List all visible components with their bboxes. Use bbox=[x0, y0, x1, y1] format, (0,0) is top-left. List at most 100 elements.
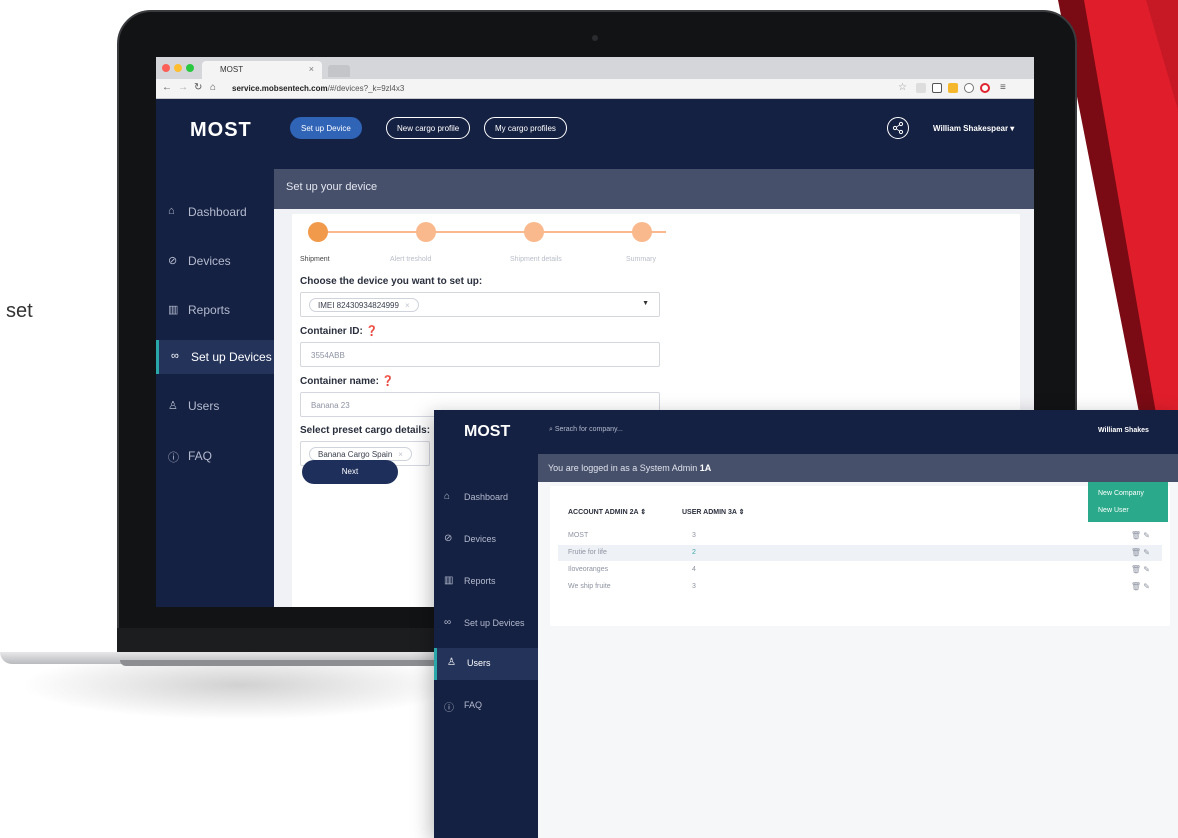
trash-icon[interactable]: 🗑 bbox=[1131, 565, 1141, 574]
sidebar-item-set-up-devices[interactable]: ∞ Set up Devices bbox=[156, 340, 274, 374]
new-user-menu-item[interactable]: New User bbox=[1098, 507, 1129, 514]
sidebar-item-reports[interactable]: ▥ Reports bbox=[434, 566, 538, 598]
sidebar-item-label: Users bbox=[467, 658, 491, 668]
edit-icon[interactable]: ✎ bbox=[1143, 531, 1150, 540]
device-chip-text: IMEI 82430934824999 bbox=[318, 301, 399, 310]
company-name: MOST bbox=[568, 532, 589, 539]
device-chip[interactable]: IMEI 82430934824999 × bbox=[309, 298, 419, 312]
step-label-shipment: Shipment bbox=[300, 256, 330, 263]
forward-icon[interactable]: → bbox=[178, 82, 188, 93]
cast-icon[interactable] bbox=[932, 83, 942, 93]
trash-icon[interactable]: 🗑 bbox=[1131, 548, 1141, 557]
admin-logo[interactable]: MOST bbox=[464, 423, 510, 441]
container-id-field[interactable]: 3554ABB bbox=[300, 342, 660, 367]
sidebar-item-dashboard[interactable]: ⌂ Dashboard bbox=[434, 482, 538, 514]
edit-icon[interactable]: ✎ bbox=[1143, 548, 1150, 557]
column-header-account-admin[interactable]: ACCOUNT ADMIN 2A ⇕ bbox=[568, 508, 646, 516]
row-actions: 🗑 ✎ bbox=[1131, 531, 1150, 540]
row-actions: 🗑 ✎ bbox=[1131, 548, 1150, 557]
edit-icon[interactable]: ✎ bbox=[1143, 565, 1150, 574]
step-alert-dot[interactable] bbox=[416, 222, 436, 242]
user-menu[interactable]: William Shakespear ▾ bbox=[933, 124, 1014, 133]
bar-chart-icon: ▥ bbox=[168, 304, 179, 316]
user-count: 2 bbox=[692, 549, 696, 556]
page-title: Set up your device bbox=[274, 169, 1034, 209]
step-shipment-dot[interactable] bbox=[308, 222, 328, 242]
sidebar-item-faq[interactable]: ⓘ FAQ bbox=[434, 690, 538, 722]
link-icon: ∞ bbox=[444, 617, 452, 628]
remove-chip-icon[interactable]: × bbox=[398, 450, 403, 459]
help-icon[interactable]: ❓ bbox=[382, 376, 394, 387]
back-icon[interactable]: ← bbox=[162, 82, 172, 93]
maximize-window-button[interactable] bbox=[186, 64, 194, 72]
bookmark-star-icon[interactable]: ☆ bbox=[898, 82, 907, 93]
set-up-device-button[interactable]: Set up Device bbox=[290, 117, 362, 139]
sidebar-item-label: Set up Devices bbox=[191, 350, 272, 364]
sidebar-item-faq[interactable]: ⓘ FAQ bbox=[156, 439, 274, 473]
sidebar: ⌂ Dashboard ⊘ Devices ▥ Reports ∞ Set up Dev… bbox=[156, 169, 274, 607]
company-search-input[interactable]: ⌕ Serach for company... bbox=[549, 426, 623, 434]
table-row[interactable]: We ship fruite 3 🗑 ✎ bbox=[558, 579, 1162, 595]
url-field[interactable]: service.mobsentech.com/#/devices?_k=9zl4… bbox=[232, 84, 404, 93]
stray-text: set bbox=[6, 300, 33, 322]
device-select[interactable]: IMEI 82430934824999 × ▼ bbox=[300, 292, 660, 317]
step-label-details: Shipment details bbox=[510, 256, 562, 263]
step-summary-dot[interactable] bbox=[632, 222, 652, 242]
menu-icon[interactable]: ≡ bbox=[1000, 82, 1006, 93]
preset-cargo-label: Select preset cargo details: bbox=[300, 425, 431, 436]
opera-icon[interactable] bbox=[980, 83, 990, 93]
extension-icon[interactable] bbox=[948, 83, 958, 93]
sidebar-item-dashboard[interactable]: ⌂ Dashboard bbox=[156, 195, 274, 229]
sidebar-item-set-up-devices[interactable]: ∞ Set up Devices bbox=[434, 608, 538, 640]
tab-close-icon[interactable]: × bbox=[309, 64, 314, 74]
table-row[interactable]: Frutie for life 2 🗑 ✎ bbox=[558, 545, 1162, 561]
logged-in-text: You are logged in as a System Admin bbox=[548, 463, 698, 473]
step-details-dot[interactable] bbox=[524, 222, 544, 242]
container-name-label: Container name: ❓ bbox=[300, 376, 394, 387]
table-row[interactable]: MOST 3 🗑 ✎ bbox=[558, 528, 1162, 544]
sidebar-item-devices[interactable]: ⊘ Devices bbox=[434, 524, 538, 556]
sidebar-item-devices[interactable]: ⊘ Devices bbox=[156, 244, 274, 278]
help-icon[interactable]: ❓ bbox=[366, 326, 378, 337]
container-name-label-text: Container name: bbox=[300, 376, 379, 387]
sidebar-item-label: Reports bbox=[464, 576, 496, 586]
new-company-menu-item[interactable]: New Company bbox=[1098, 490, 1144, 497]
admin-user-menu[interactable]: William Shakes bbox=[1098, 427, 1149, 434]
preset-chip[interactable]: Banana Cargo Spain × bbox=[309, 447, 412, 461]
close-window-button[interactable] bbox=[162, 64, 170, 72]
extension-icon[interactable] bbox=[916, 83, 926, 93]
company-name: Iloveoranges bbox=[568, 566, 609, 573]
admin-screen: MOST ⌕ Serach for company... William Sha… bbox=[434, 410, 1178, 838]
remove-chip-icon[interactable]: × bbox=[405, 301, 410, 310]
sidebar-item-reports[interactable]: ▥ Reports bbox=[156, 293, 274, 327]
sidebar-item-users[interactable]: ♙ Users bbox=[434, 648, 538, 680]
next-button[interactable]: Next bbox=[302, 460, 398, 484]
reload-icon[interactable]: ↻ bbox=[194, 82, 202, 93]
new-tab-button[interactable] bbox=[328, 65, 350, 77]
trash-icon[interactable]: 🗑 bbox=[1131, 582, 1141, 591]
home-icon[interactable]: ⌂ bbox=[210, 82, 216, 93]
my-cargo-profiles-button[interactable]: My cargo profiles bbox=[484, 117, 567, 139]
check-circle-icon: ⊘ bbox=[444, 533, 453, 544]
extension-icon[interactable] bbox=[964, 83, 974, 93]
app-logo[interactable]: MOST bbox=[190, 119, 252, 142]
url-path: /#/devices?_k=9zl4x3 bbox=[327, 84, 405, 93]
column-header-user-admin[interactable]: USER ADMIN 3A ⇕ bbox=[682, 508, 745, 516]
new-cargo-profile-button[interactable]: New cargo profile bbox=[386, 117, 471, 139]
user-count: 3 bbox=[692, 583, 696, 590]
share-icon[interactable] bbox=[887, 117, 909, 139]
step-label-alert: Alert treshold bbox=[390, 256, 432, 263]
row-actions: 🗑 ✎ bbox=[1131, 582, 1150, 591]
chevron-down-icon[interactable]: ▼ bbox=[642, 300, 649, 307]
edit-icon[interactable]: ✎ bbox=[1143, 582, 1150, 591]
sidebar-item-label: FAQ bbox=[464, 700, 483, 710]
company-name: Frutie for life bbox=[568, 549, 607, 556]
minimize-window-button[interactable] bbox=[174, 64, 182, 72]
browser-tab[interactable]: MOST × bbox=[202, 61, 322, 79]
preset-chip-text: Banana Cargo Spain bbox=[318, 450, 393, 459]
table-row[interactable]: Iloveoranges 4 🗑 ✎ bbox=[558, 562, 1162, 578]
device-select-label: Choose the device you want to set up: bbox=[300, 276, 483, 287]
trash-icon[interactable]: 🗑 bbox=[1131, 531, 1141, 540]
check-circle-icon: ⊘ bbox=[168, 255, 178, 267]
sidebar-item-users[interactable]: ♙ Users bbox=[156, 389, 274, 423]
